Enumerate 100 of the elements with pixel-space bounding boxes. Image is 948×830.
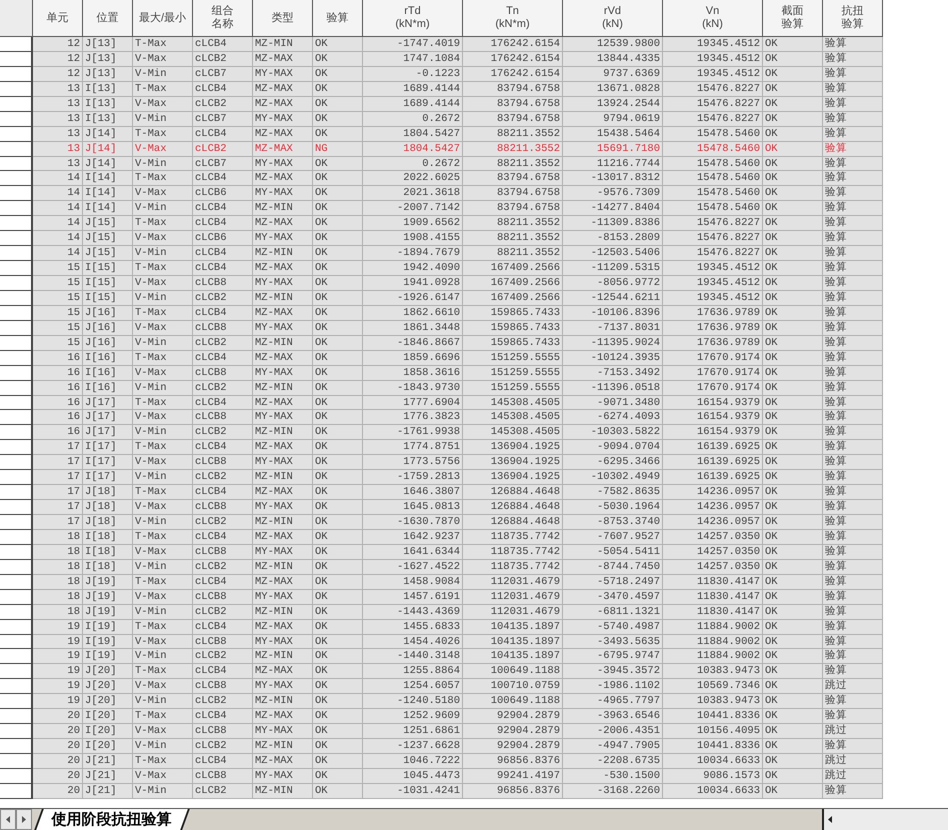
table-cell: 12 (33, 66, 83, 82)
row-header[interactable] (0, 485, 33, 500)
row-header[interactable] (0, 679, 33, 694)
table-cell: MZ-MAX (253, 530, 313, 545)
table-cell: 验算 (823, 171, 883, 186)
row-header[interactable] (0, 544, 33, 560)
row-header[interactable] (0, 739, 33, 754)
row-header[interactable] (0, 664, 33, 680)
row-header[interactable] (0, 574, 33, 590)
table-cell: 1804.5427 (363, 126, 463, 142)
table-cell: cLCB4 (193, 82, 253, 97)
table-cell: 151259.5555 (463, 350, 563, 366)
row-header[interactable] (0, 455, 33, 470)
row-header[interactable] (0, 724, 33, 740)
table-cell: 跳过 (823, 754, 883, 769)
row-header[interactable] (0, 410, 33, 426)
table-cell: 验算 (823, 560, 883, 575)
table-cell: MZ-MAX (253, 216, 313, 232)
row-header[interactable] (0, 156, 33, 172)
table-cell: -7582.8635 (563, 485, 663, 500)
column-header[interactable]: 验算 (313, 0, 363, 37)
row-header[interactable] (0, 768, 33, 784)
column-header[interactable]: 类型 (253, 0, 313, 37)
table-cell: T-Max (133, 82, 193, 97)
row-header[interactable] (0, 440, 33, 456)
row-header[interactable] (0, 290, 33, 306)
table-cell: 167409.2566 (463, 261, 563, 276)
table-cell: 83794.6758 (463, 186, 563, 202)
table-cell: MZ-MAX (253, 82, 313, 97)
sheet-tab[interactable]: 使用阶段抗扭验算 (34, 809, 190, 830)
row-header[interactable] (0, 604, 33, 620)
column-header[interactable]: 最大/最小 (133, 0, 193, 37)
table-cell: V-Max (133, 544, 193, 560)
table-cell: cLCB2 (193, 96, 253, 112)
row-header[interactable] (0, 306, 33, 321)
row-header[interactable] (0, 694, 33, 710)
row-header[interactable] (0, 171, 33, 186)
scroll-right-button[interactable] (16, 809, 32, 830)
row-header[interactable] (0, 366, 33, 381)
table-cell: -9576.7309 (563, 186, 663, 202)
row-header[interactable] (0, 470, 33, 486)
row-header[interactable] (0, 52, 33, 67)
row-header[interactable] (0, 336, 33, 351)
row-header[interactable] (0, 246, 33, 262)
table-cell: 1942.4090 (363, 261, 463, 276)
row-header[interactable] (0, 380, 33, 396)
table-cell: 1458.9084 (363, 574, 463, 590)
table-cell: V-Min (133, 246, 193, 262)
row-header[interactable] (0, 126, 33, 142)
column-header[interactable]: 截面验算 (763, 0, 823, 37)
column-header[interactable]: 抗扭验算 (823, 0, 883, 37)
row-header[interactable] (0, 66, 33, 82)
row-header[interactable] (0, 320, 33, 336)
table-cell: 96856.8376 (463, 784, 563, 799)
column-header[interactable]: 组合名称 (193, 0, 253, 37)
scroll-left-button[interactable] (0, 809, 16, 830)
table-cell: cLCB8 (193, 768, 253, 784)
row-header[interactable] (0, 216, 33, 232)
row-header[interactable] (0, 784, 33, 799)
row-header[interactable] (0, 142, 33, 156)
row-header[interactable] (0, 500, 33, 515)
row-header[interactable] (0, 201, 33, 216)
row-header[interactable] (0, 590, 33, 605)
column-header[interactable]: 单元 (33, 0, 83, 37)
table-cell: -0.1223 (363, 66, 463, 82)
row-header[interactable] (0, 754, 33, 769)
row-header[interactable] (0, 231, 33, 246)
row-header[interactable] (0, 560, 33, 575)
column-header[interactable]: 位置 (83, 0, 133, 37)
row-header[interactable] (0, 709, 33, 724)
table-cell: OK (313, 455, 363, 470)
table-cell: 19345.4512 (663, 290, 763, 306)
table-cell: 145308.4505 (463, 396, 563, 410)
column-header[interactable]: Tn (kN*m) (463, 0, 563, 37)
row-header[interactable] (0, 276, 33, 291)
row-header[interactable] (0, 620, 33, 634)
horizontal-scrollbar[interactable] (822, 809, 948, 830)
column-header[interactable]: rVd (kN) (563, 0, 663, 37)
row-header[interactable] (0, 649, 33, 664)
table-cell: OK (313, 231, 363, 246)
row-header[interactable] (0, 261, 33, 276)
row-header[interactable] (0, 350, 33, 366)
table-cell: 13 (33, 156, 83, 172)
row-header[interactable] (0, 112, 33, 127)
column-header[interactable]: rTd (kN*m) (363, 0, 463, 37)
table-cell: 验算 (823, 515, 883, 530)
table-cell: OK (763, 186, 823, 202)
row-header[interactable] (0, 186, 33, 202)
row-header[interactable] (0, 82, 33, 97)
table-cell: cLCB4 (193, 37, 253, 52)
row-header[interactable] (0, 396, 33, 410)
table-cell: 19345.4512 (663, 52, 763, 67)
row-header[interactable] (0, 425, 33, 440)
row-header[interactable] (0, 634, 33, 650)
corner-cell[interactable] (0, 0, 33, 37)
column-header[interactable]: Vn (kN) (663, 0, 763, 37)
row-header[interactable] (0, 96, 33, 112)
row-header[interactable] (0, 530, 33, 545)
row-header[interactable] (0, 515, 33, 530)
row-header[interactable] (0, 37, 33, 52)
